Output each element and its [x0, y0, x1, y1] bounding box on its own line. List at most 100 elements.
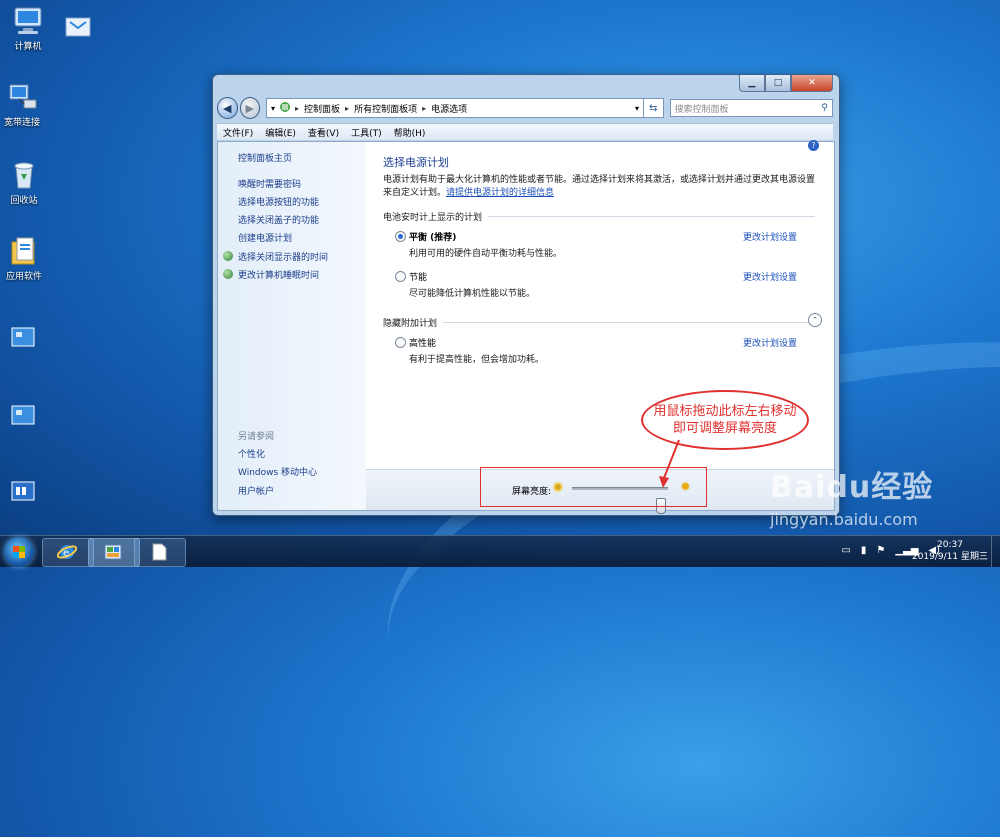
minimize-button[interactable]: ▁	[739, 75, 765, 92]
menu-edit[interactable]: 编辑(E)	[259, 126, 302, 139]
clock-date: 2019/9/11 星期三	[911, 552, 988, 562]
maximize-button[interactable]: □	[765, 75, 791, 92]
plan-details-link[interactable]: 请提供电源计划的详细信息	[446, 188, 554, 198]
chevron-down-icon[interactable]: ▾	[271, 104, 275, 113]
desktop-shortcut-3[interactable]	[0, 476, 50, 509]
minimize-icon: ▁	[748, 78, 756, 88]
arrow-right-icon: ▶	[245, 101, 254, 115]
desktop-icon-label: 应用软件	[5, 272, 42, 282]
baidu-watermark: Baidu经验 jingyan.baidu.com	[770, 462, 933, 529]
refresh-icon: ⇆	[649, 102, 658, 114]
menu-bar: 文件(F) 编辑(E) 查看(V) 工具(T) 帮助(H)	[217, 123, 833, 140]
section-title: 电池安时计上显示的计划	[383, 213, 483, 223]
desktop-icon-label: 回收站	[10, 196, 38, 206]
taskbar-ie-button[interactable]: e	[42, 538, 94, 567]
watermark-url: jingyan.baidu.com	[770, 510, 918, 529]
breadcrumb-control-panel[interactable]: 控制面板	[299, 102, 345, 115]
help-icon[interactable]: ?	[808, 140, 819, 151]
section-title: 隐藏附加计划	[383, 319, 438, 329]
desktop-icon-blank[interactable]	[50, 14, 106, 47]
menu-view[interactable]: 查看(V)	[302, 126, 345, 139]
close-icon: ✕	[808, 78, 816, 88]
clock[interactable]: 20:37 2019/9/11 星期三	[912, 539, 988, 563]
address-bar[interactable]: ▾ ▸ 控制面板 ▸ 所有控制面板项 ▸ 电源选项 ▾	[266, 98, 644, 118]
arrow-left-icon: ◀	[223, 101, 232, 115]
control-panel-home-link[interactable]: 控制面板主页	[238, 151, 292, 164]
chevron-up-icon[interactable]: ⌃	[808, 313, 822, 327]
desktop-icon-recycle-bin[interactable]: 回收站	[0, 160, 52, 206]
annotation-callout: 用鼠标拖动此标左右移动 即可调整屏幕亮度	[641, 390, 809, 450]
menu-file[interactable]: 文件(F)	[217, 126, 259, 139]
sleep-icon	[223, 269, 233, 279]
internet-explorer-icon: e	[56, 543, 78, 561]
section-hidden-plans: 隐藏附加计划 ⌃	[383, 313, 822, 329]
callout-line-1: 用鼠标拖动此标左右移动	[653, 404, 797, 419]
link-lid-close[interactable]: 选择关闭盖子的功能	[238, 213, 319, 226]
change-plan-settings-link[interactable]: 更改计划设置	[743, 336, 797, 349]
window-titlebar[interactable]: ▁ □ ✕	[213, 75, 839, 93]
link-sleep-time[interactable]: 更改计算机睡眠时间	[238, 268, 319, 281]
window-icon	[62, 14, 94, 44]
radio-power-saver[interactable]	[395, 271, 406, 282]
display-icon	[223, 251, 233, 261]
link-wake-password[interactable]: 唤醒时需要密码	[238, 177, 301, 190]
show-desktop-button[interactable]	[991, 536, 1000, 567]
plan-desc: 有利于提高性能，但会增加功耗。	[409, 355, 545, 365]
section-battery-plans: 电池安时计上显示的计划	[383, 210, 815, 223]
computer-icon	[12, 6, 44, 36]
flag-icon[interactable]: ⚑	[876, 545, 885, 556]
plan-name[interactable]: 平衡 (推荐)	[409, 230, 456, 243]
desktop-icon-label: 计算机	[14, 42, 42, 52]
desktop-icon-computer[interactable]: 计算机	[0, 6, 56, 52]
clock-time: 20:37	[937, 540, 963, 550]
menu-help[interactable]: 帮助(H)	[388, 126, 432, 139]
link-create-plan[interactable]: 创建电源计划	[238, 231, 292, 244]
app-icon	[6, 476, 38, 506]
forward-button[interactable]: ▶	[239, 97, 260, 119]
link-mobility-center[interactable]: Windows 移动中心	[238, 465, 317, 478]
search-icon: ⚲	[821, 103, 829, 113]
plan-desc: 尽可能降低计算机性能以节能。	[409, 289, 536, 299]
desktop-icon-broadband[interactable]: 宽带连接	[0, 82, 50, 128]
taskbar-control-panel-button[interactable]	[88, 538, 140, 567]
breadcrumb-power-options[interactable]: 电源选项	[426, 102, 472, 115]
windows-icon	[6, 400, 38, 430]
breadcrumb-all-items[interactable]: 所有控制面板项	[349, 102, 422, 115]
taskbar: e ▭ ▮ ⚑ ▁▃▅ ◀) 20:37 2019/9/11 星期三	[0, 535, 1000, 567]
radio-balanced[interactable]	[395, 231, 406, 242]
control-panel-icon	[103, 543, 123, 561]
link-user-accounts[interactable]: 用户帐户	[238, 484, 274, 497]
maximize-icon: □	[773, 78, 783, 88]
radio-high-performance[interactable]	[395, 337, 406, 348]
left-pane: 控制面板主页 唤醒时需要密码 选择电源按钮的功能 选择关闭盖子的功能 创建电源计…	[218, 142, 366, 510]
keyboard-icon[interactable]: ▭	[841, 545, 850, 556]
control-panel-icon	[279, 101, 291, 116]
network-icon	[6, 82, 38, 112]
search-placeholder: 搜索控制面板	[674, 104, 729, 115]
link-personalization[interactable]: 个性化	[238, 447, 265, 460]
plan-name[interactable]: 高性能	[409, 336, 436, 349]
search-input[interactable]: 搜索控制面板 ⚲	[669, 99, 834, 117]
refresh-button[interactable]: ⇆	[644, 98, 664, 118]
desktop-shortcut-2[interactable]	[0, 400, 50, 433]
page-description: 电源计划有助于最大化计算机的性能或者节能。通过选择计划来将其激活，或选择计划并通…	[383, 174, 815, 200]
main-pane: ? 选择电源计划 电源计划有助于最大化计算机的性能或者节能。通过选择计划来将其激…	[383, 140, 823, 510]
link-display-off[interactable]: 选择关闭显示器的时间	[238, 250, 328, 263]
desktop-icon-apps[interactable]: 应用软件	[0, 236, 52, 282]
taskbar-document-button[interactable]	[134, 538, 186, 567]
desktop-shortcut-1[interactable]	[0, 322, 50, 355]
back-button[interactable]: ◀	[217, 97, 238, 119]
plan-desc: 利用可用的硬件自动平衡功耗与性能。	[409, 249, 563, 259]
change-plan-settings-link[interactable]: 更改计划设置	[743, 270, 797, 283]
start-button[interactable]	[4, 537, 34, 567]
change-plan-settings-link[interactable]: 更改计划设置	[743, 230, 797, 243]
content-area: 控制面板主页 唤醒时需要密码 选择电源按钮的功能 选择关闭盖子的功能 创建电源计…	[217, 140, 835, 514]
close-button[interactable]: ✕	[791, 75, 833, 92]
history-dropdown-icon[interactable]: ▾	[635, 104, 639, 113]
document-icon	[149, 543, 169, 561]
battery-icon[interactable]: ▮	[861, 545, 867, 556]
menu-tools[interactable]: 工具(T)	[345, 126, 388, 139]
plan-name[interactable]: 节能	[409, 270, 427, 283]
link-power-button[interactable]: 选择电源按钮的功能	[238, 195, 319, 208]
power-options-window: ▁ □ ✕ ◀ ▶ ▾ ▸ 控制面板 ▸ 所有控制面板项 ▸ 电源选项 ▾ ⇆ …	[212, 74, 840, 516]
